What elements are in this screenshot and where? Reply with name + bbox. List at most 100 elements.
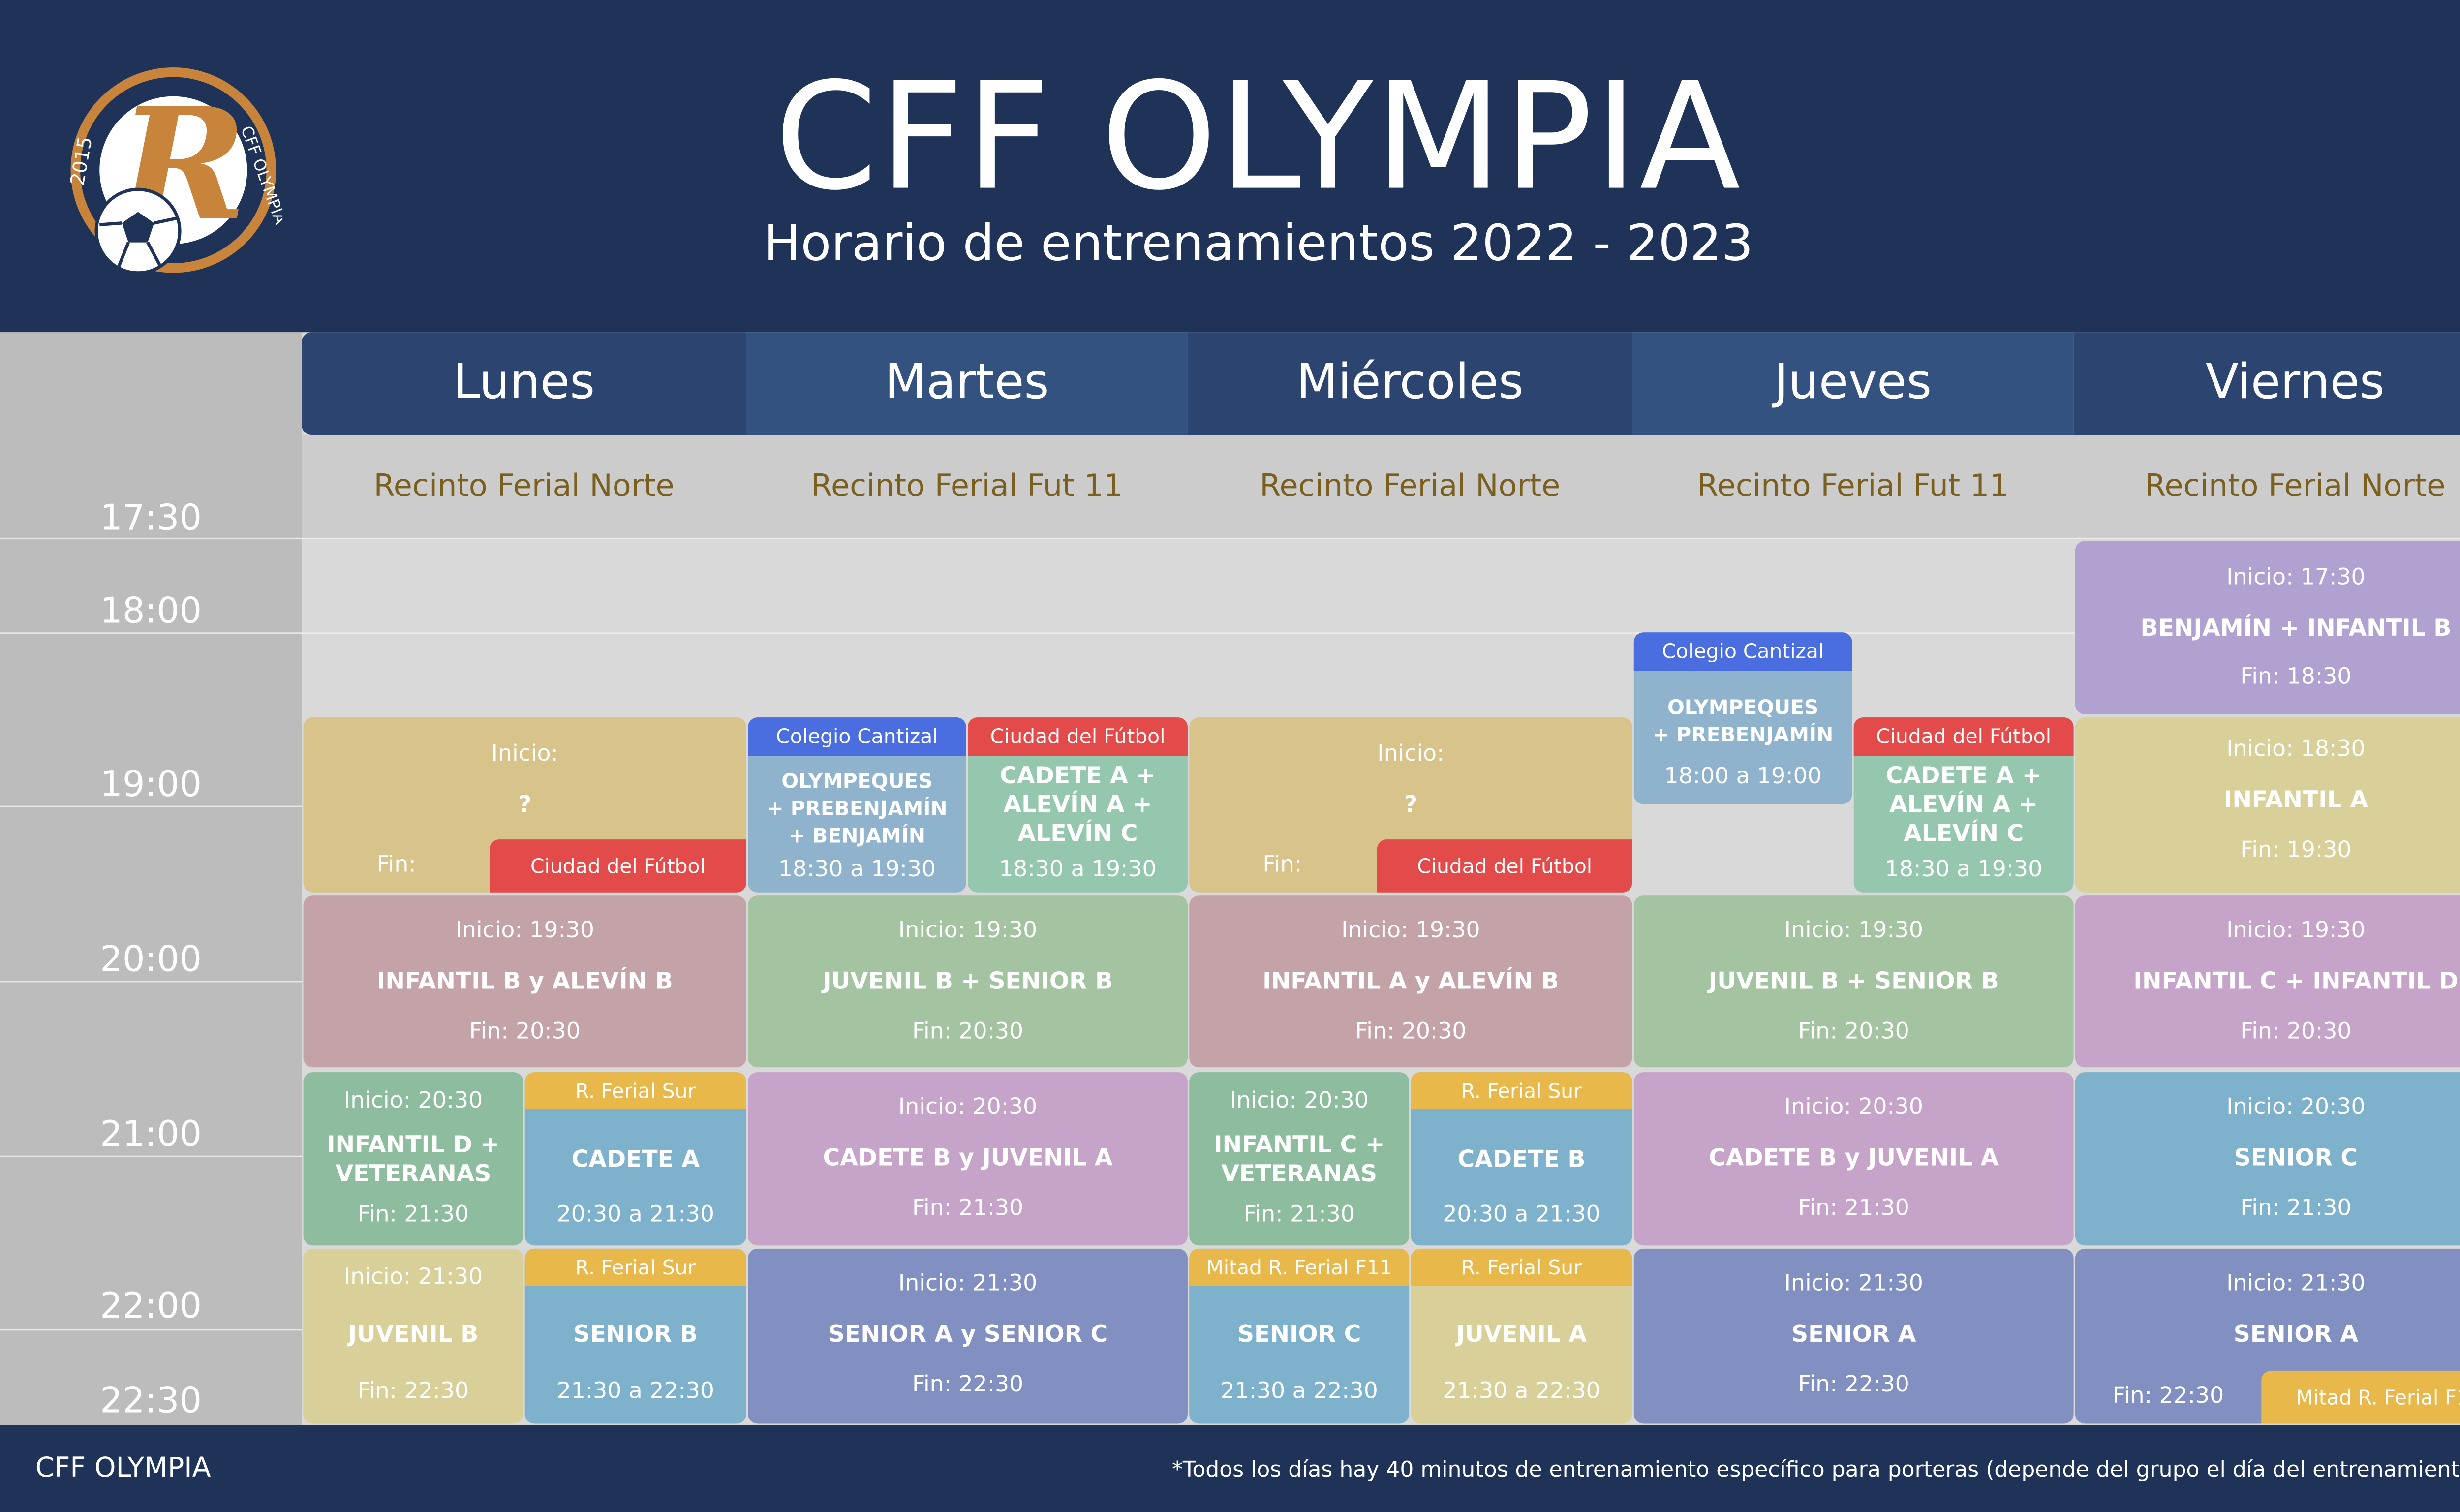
session-jueves-3: Inicio: 20:30 CADETE B y JUVENIL A Fin: … [1633, 1072, 2074, 1246]
session-group: JUVENIL A [1456, 1322, 1587, 1349]
venue-lunes: Recinto Ferial Norte [373, 468, 675, 504]
session-time: 21:30 a 22:30 [556, 1379, 714, 1405]
session-end: Fin: 22:30 [357, 1379, 469, 1405]
session-jueves-4: Inicio: 21:30 SENIOR A Fin: 22:30 [1633, 1248, 2074, 1424]
session-group: VETERANAS [1221, 1162, 1378, 1188]
session-group: + BENJAMÍN [788, 823, 925, 848]
session-end: Fin: 21:30 [912, 1196, 1024, 1222]
session-time: 18:30 a 19:30 [999, 857, 1157, 883]
session-time: 20:30 a 21:30 [1443, 1202, 1600, 1228]
session-start: Inicio: 19:30 [455, 918, 594, 944]
session-viernes-2: Inicio: 19:30 INFANTIL C + INFANTIL D Fi… [2075, 895, 2460, 1068]
session-viernes-3: Inicio: 20:30 SENIOR C Fin: 21:30 [2075, 1072, 2460, 1246]
session-start: Inicio: 21:30 [898, 1271, 1038, 1297]
session-end: Fin: 21:30 [357, 1202, 469, 1228]
session-miercoles-4a: Mitad R. Ferial F11 SENIOR C 21:30 a 22:… [1189, 1248, 1410, 1424]
session-miercoles-4b: R. Ferial Sur JUVENIL A 21:30 a 22:30 [1411, 1248, 1632, 1424]
session-group: BENJAMÍN + INFANTIL B [2140, 616, 2452, 642]
venue-jueves: Recinto Ferial Fut 11 [1697, 468, 2009, 504]
session-group: JUVENIL B + SENIOR B [822, 969, 1113, 995]
session-group: INFANTIL C + [1213, 1133, 1385, 1159]
venue-tag: Colegio Cantizal [1633, 632, 1852, 671]
session-end: Fin: 20:30 [2240, 1019, 2352, 1045]
session-lunes-2: Inicio: 19:30 INFANTIL B y ALEVÍN B Fin:… [303, 895, 746, 1068]
session-group: JUVENIL B [348, 1322, 479, 1349]
session-group: + PREBENJAMÍN [1653, 722, 1834, 746]
day-header-jueves: Jueves [1632, 332, 2074, 435]
session-end: Fin: 20:30 [912, 1019, 1024, 1045]
session-start: Inicio: 18:30 [2226, 737, 2366, 763]
session-time: 18:30 a 19:30 [778, 857, 936, 883]
venue-tag: R. Ferial Sur [1411, 1072, 1632, 1110]
day-header-lunes: Lunes [302, 332, 746, 435]
session-lunes-4b: R. Ferial Sur SENIOR B 21:30 a 22:30 [524, 1248, 746, 1424]
session-viernes-1: Inicio: 18:30 INFANTIL A Fin: 19:30 [2075, 717, 2460, 893]
session-lunes-4a: Inicio: 21:30 JUVENIL B Fin: 22:30 [303, 1248, 523, 1424]
session-start: Inicio: 17:30 [2226, 565, 2366, 591]
session-group: INFANTIL D + [326, 1133, 500, 1159]
time-label: 18:00 [100, 592, 202, 633]
session-martes-3: Inicio: 20:30 CADETE B y JUVENIL A Fin: … [748, 1072, 1188, 1246]
session-group: CADETE B y JUVENIL A [1709, 1146, 1999, 1172]
time-label: 19:00 [100, 766, 202, 806]
session-jueves-2: Inicio: 19:30 JUVENIL B + SENIOR B Fin: … [1633, 895, 2074, 1068]
session-start: Inicio: 20:30 [2226, 1094, 2366, 1120]
session-start: Inicio: [491, 741, 558, 768]
session-group: ? [518, 793, 532, 819]
session-group: INFANTIL A [2223, 788, 2368, 814]
session-group: CADETE A [571, 1147, 700, 1173]
session-end: Fin: 21:30 [2240, 1196, 2352, 1222]
venue-tag: Colegio Cantizal [748, 717, 966, 756]
session-group: ? [1404, 793, 1418, 819]
session-start: Inicio: [1377, 741, 1445, 768]
session-miercoles-2: Inicio: 19:30 INFANTIL A y ALEVÍN B Fin:… [1189, 895, 1632, 1068]
page-title: CFF OLYMPIA [774, 51, 1742, 223]
session-lunes-3a: Inicio: 20:30 INFANTIL D + VETERANAS Fin… [303, 1072, 523, 1246]
session-jueves-1a: Colegio Cantizal OLYMPEQUES + PREBENJAMÍ… [1633, 632, 1852, 804]
session-martes-1a: Colegio Cantizal OLYMPEQUES + PREBENJAMÍ… [748, 717, 966, 893]
session-group: SENIOR A [2233, 1322, 2359, 1349]
venue-tag: Ciudad del Fútbol [1377, 839, 1632, 893]
session-group: CADETE B [1457, 1147, 1586, 1173]
session-start: Inicio: 19:30 [1784, 918, 1923, 944]
session-end: Fin: 19:30 [2240, 837, 2352, 864]
session-start: Inicio: 19:30 [2226, 918, 2366, 944]
session-start: Inicio: 19:30 [1341, 918, 1480, 944]
time-label: 21:00 [100, 1115, 202, 1156]
session-end: Fin: 21:30 [1243, 1202, 1355, 1228]
session-end: Fin: [1262, 852, 1302, 878]
venue-tag: R. Ferial Sur [524, 1248, 746, 1286]
session-group: CADETE A + [1885, 764, 2042, 790]
session-group: SENIOR C [2234, 1146, 2358, 1172]
session-time: 21:30 a 22:30 [1443, 1379, 1600, 1405]
session-group: CADETE B y JUVENIL A [823, 1146, 1113, 1172]
venue-tag: Ciudad del Fútbol [1853, 717, 2074, 756]
session-group: ALEVÍN A + [1003, 793, 1152, 819]
time-label: 22:00 [100, 1287, 202, 1327]
time-column: 17:30 18:00 19:00 20:00 21:00 22:00 22:3… [0, 332, 302, 1425]
session-group: OLYMPEQUES [781, 769, 933, 793]
session-group: VETERANAS [335, 1162, 492, 1188]
session-group: + PREBENJAMÍN [767, 796, 948, 820]
session-group: OLYMPEQUES [1667, 695, 1819, 719]
session-group: INFANTIL B y ALEVÍN B [376, 969, 673, 995]
session-group: JUVENIL B + SENIOR B [1708, 969, 1999, 995]
footer-note: *Todos los días hay 40 minutos de entren… [1171, 1457, 2460, 1483]
session-start: Inicio: 21:30 [2226, 1271, 2366, 1297]
session-group: ALEVÍN A + [1889, 793, 2038, 819]
session-group: SENIOR A [1791, 1322, 1916, 1349]
session-group: ALEVÍN C [1904, 822, 2024, 848]
session-start: Inicio: 21:30 [1784, 1271, 1923, 1297]
session-group: SENIOR B [573, 1322, 698, 1349]
session-group: SENIOR C [1237, 1322, 1361, 1349]
session-time: 21:30 a 22:30 [1220, 1379, 1378, 1405]
venue-martes: Recinto Ferial Fut 11 [811, 468, 1123, 504]
session-end: Fin: 20:30 [1798, 1019, 1909, 1045]
time-label: 22:30 [100, 1382, 202, 1422]
session-group: CADETE A + [1000, 764, 1156, 790]
session-start: Inicio: 20:30 [1230, 1088, 1369, 1114]
venue-tag: Ciudad del Fútbol [968, 717, 1188, 756]
venue-tag: Ciudad del Fútbol [489, 839, 746, 893]
session-group: ALEVÍN C [1017, 822, 1138, 848]
page-subtitle: Horario de entrenamientos 2022 - 2023 [763, 215, 1753, 273]
